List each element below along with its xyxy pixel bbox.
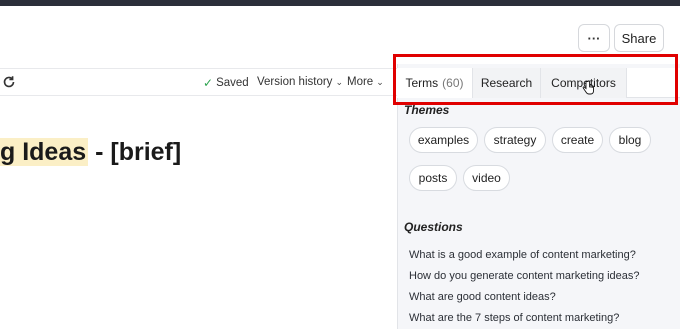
- share-button[interactable]: Share: [614, 24, 664, 52]
- theme-chip-posts[interactable]: posts: [409, 165, 457, 191]
- check-icon: ✓: [203, 76, 214, 90]
- save-status: ✓ Saved: [203, 76, 249, 90]
- question-item[interactable]: What are good content ideas?: [409, 291, 556, 303]
- theme-chip-video[interactable]: video: [463, 165, 510, 191]
- document-title[interactable]: g Ideas - [brief]: [0, 138, 181, 167]
- chevron-down-icon: ⌄: [335, 76, 343, 87]
- refresh-icon[interactable]: [2, 75, 16, 89]
- version-history-menu[interactable]: Version history ⌄: [257, 76, 343, 88]
- hand-cursor-icon: [582, 80, 594, 95]
- question-item[interactable]: How do you generate content marketing id…: [409, 270, 640, 282]
- title-text: - [brief]: [88, 138, 182, 166]
- editor-toolbar: ✓ Saved Version history ⌄ More ⌄: [0, 68, 397, 96]
- theme-chip-strategy[interactable]: strategy: [484, 127, 546, 153]
- version-history-label: Version history: [257, 76, 333, 88]
- theme-chip-create[interactable]: create: [552, 127, 603, 153]
- highlighted-title-text: g Ideas: [0, 138, 89, 166]
- more-menu-label: More: [347, 76, 374, 88]
- questions-heading: Questions: [404, 220, 463, 234]
- question-item[interactable]: What is a good example of content market…: [409, 249, 636, 261]
- theme-chip-blog[interactable]: blog: [609, 127, 651, 153]
- annotation-highlight-box: [393, 54, 678, 105]
- more-menu[interactable]: More ⌄: [347, 76, 384, 88]
- saved-label: Saved: [216, 77, 249, 89]
- themes-heading: Themes: [404, 103, 450, 117]
- theme-chip-examples[interactable]: examples: [409, 127, 478, 153]
- more-options-button[interactable]: ···: [578, 24, 610, 52]
- question-item[interactable]: What are the 7 steps of content marketin…: [409, 312, 619, 324]
- chevron-down-icon: ⌄: [376, 76, 384, 87]
